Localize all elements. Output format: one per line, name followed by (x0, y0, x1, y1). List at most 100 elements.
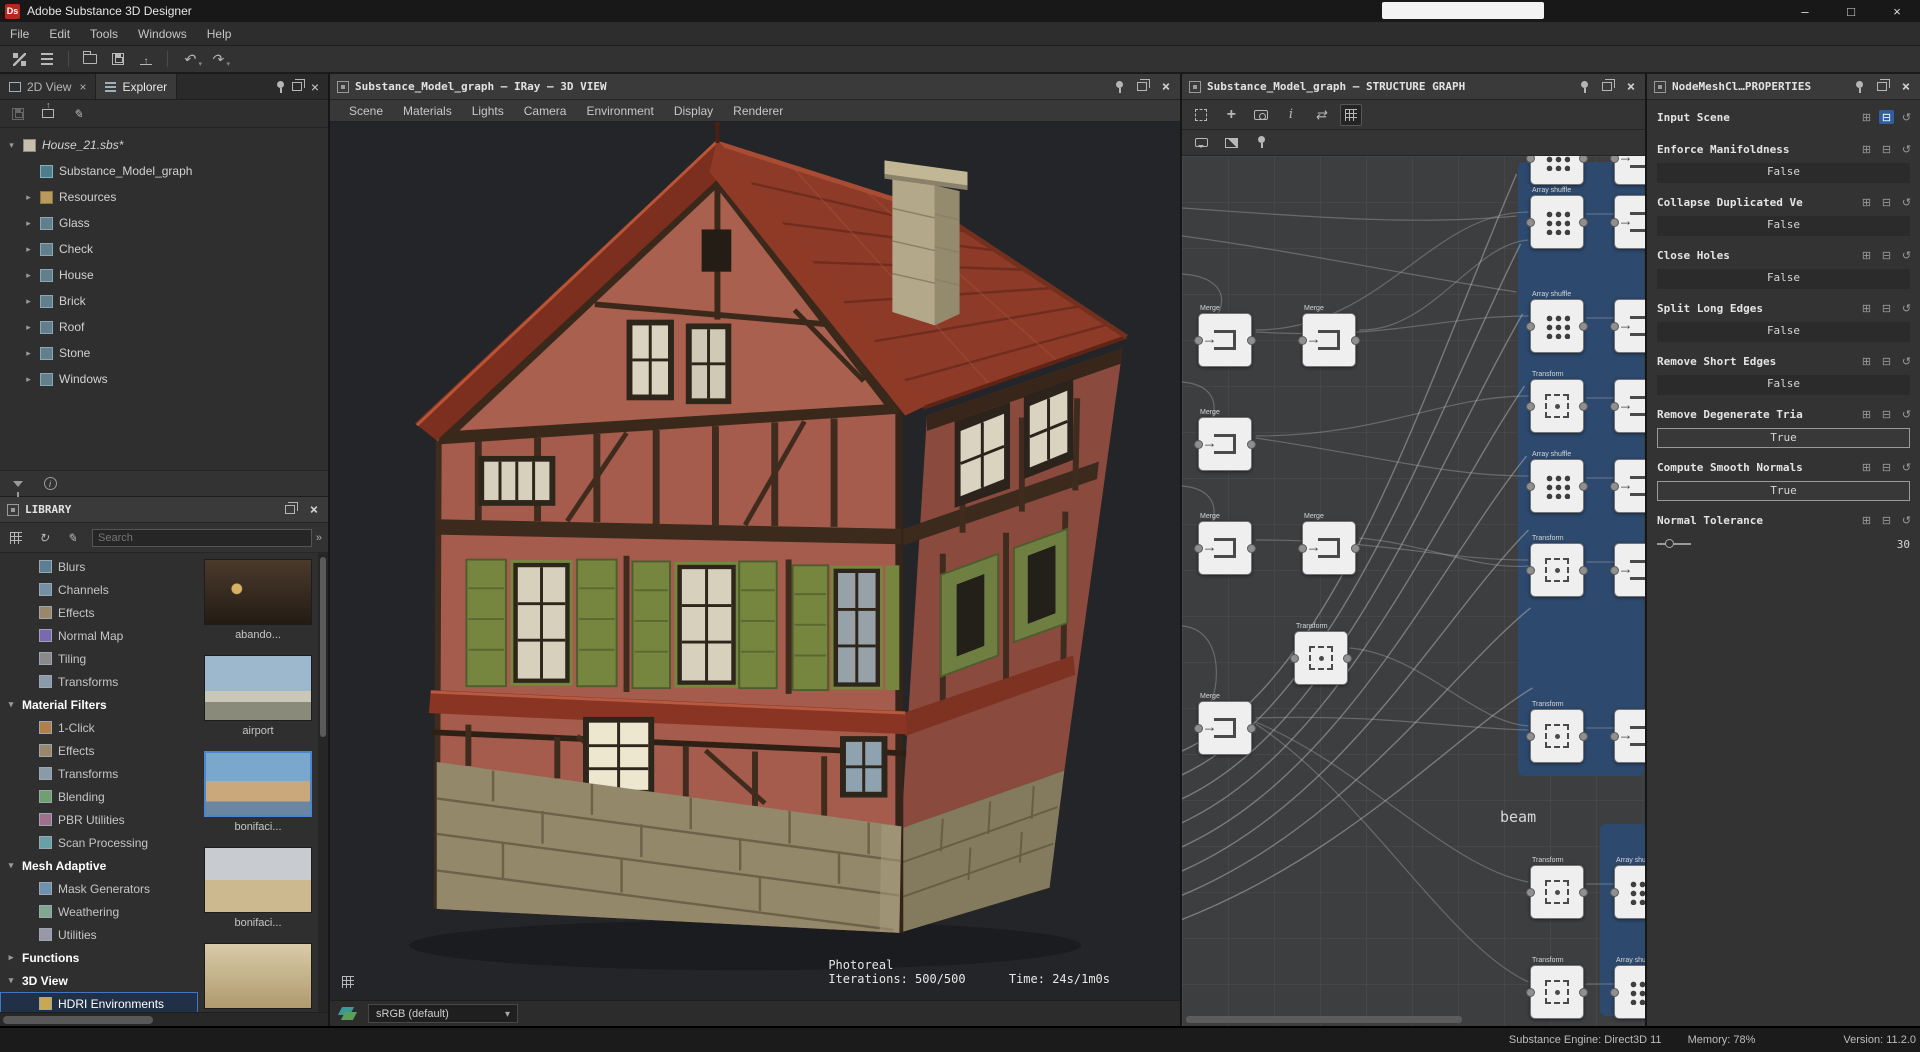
reset-icon[interactable] (1899, 248, 1914, 262)
close-panel-icon[interactable] (1624, 81, 1638, 93)
viewport-menu-item[interactable]: Environment (577, 104, 662, 118)
graph-node-body[interactable] (1614, 965, 1645, 1019)
library-item[interactable]: Transforms (0, 762, 198, 785)
float-panel-icon[interactable] (1137, 82, 1147, 91)
grid-snap-icon[interactable] (1340, 104, 1362, 126)
pin-icon[interactable] (274, 80, 286, 94)
menu-item[interactable]: Tools (80, 27, 128, 41)
function-icon[interactable] (1879, 301, 1894, 315)
graph-canvas[interactable]: Array shuffle Merge Merge Merge (1182, 156, 1645, 1026)
thumbnail-image[interactable] (204, 943, 312, 1009)
graph-node[interactable] (1614, 186, 1645, 249)
expose-parameter-icon[interactable] (1859, 195, 1874, 209)
library-item[interactable]: Channels (0, 578, 198, 601)
viewport-menu-item[interactable]: Materials (394, 104, 461, 118)
graph-node[interactable]: Transform (1530, 956, 1586, 1019)
library-item[interactable]: Blurs (0, 555, 198, 578)
graph-node[interactable]: Array shuffle (1530, 156, 1586, 185)
edit-icon[interactable] (62, 528, 82, 548)
graph-node[interactable]: Transform (1530, 370, 1586, 433)
tree-arrow-icon[interactable]: ▸ (23, 322, 34, 333)
function-icon[interactable] (1879, 110, 1894, 124)
thumbnail-item[interactable]: bonifaci... (204, 751, 312, 837)
refresh-icon[interactable] (34, 528, 54, 548)
graph-node[interactable]: Array shuffle (1614, 956, 1645, 1019)
tab-close-icon[interactable]: × (79, 80, 86, 94)
menu-item[interactable]: File (0, 27, 39, 41)
expose-parameter-icon[interactable] (1859, 460, 1874, 474)
tree-item[interactable]: ▸ Resources (0, 184, 328, 210)
tree-arrow-icon[interactable]: ▸ (23, 348, 34, 359)
graph-node[interactable]: Merge (1198, 304, 1254, 367)
tree-arrow-icon[interactable]: ▸ (23, 218, 34, 229)
link-nodes-icon[interactable] (1310, 104, 1332, 126)
library-item[interactable]: Normal Map (0, 624, 198, 647)
reset-icon[interactable] (1899, 110, 1914, 124)
graph-node[interactable]: Merge (1198, 692, 1254, 755)
menu-item[interactable]: Edit (39, 27, 80, 41)
graph-node-body[interactable] (1198, 313, 1252, 367)
info-icon[interactable] (1280, 104, 1302, 126)
library-item[interactable]: ▾ Mesh Adaptive (0, 854, 198, 877)
graph-node-body[interactable] (1614, 865, 1645, 919)
graph-node-body[interactable] (1302, 313, 1356, 367)
viewport-menu-item[interactable]: Lights (463, 104, 513, 118)
graph-node[interactable]: Merge (1198, 408, 1254, 471)
graph-node[interactable]: Array shuffle (1614, 856, 1645, 919)
info-icon[interactable] (40, 474, 60, 494)
expose-parameter-icon[interactable] (1859, 301, 1874, 315)
graph-node-body[interactable] (1530, 299, 1584, 353)
graph-node-body[interactable] (1530, 709, 1584, 763)
library-item[interactable]: Scan Processing (0, 831, 198, 854)
float-panel-icon[interactable] (1877, 82, 1887, 91)
graph-node[interactable]: Transform (1530, 856, 1586, 919)
thumbnail-image[interactable] (204, 559, 312, 625)
tree-arrow-icon[interactable]: ▸ (23, 374, 34, 385)
colorspace-select[interactable]: sRGB (default) (368, 1004, 518, 1023)
tab-explorer[interactable]: Explorer (96, 74, 177, 99)
library-item[interactable]: Tiling (0, 647, 198, 670)
close-panel-icon[interactable] (1899, 81, 1913, 93)
minimize-button[interactable]: – (1782, 0, 1828, 22)
tree-arrow-icon[interactable]: ▸ (23, 244, 34, 255)
category-icon[interactable] (6, 528, 26, 548)
graph-scrollbar[interactable] (1186, 1016, 1462, 1023)
pan-view-icon[interactable] (1220, 104, 1242, 126)
close-panel-icon[interactable] (1159, 81, 1173, 93)
expose-parameter-icon[interactable] (1859, 142, 1874, 156)
property-value-button[interactable]: False (1657, 269, 1910, 289)
slider-track[interactable] (1657, 543, 1691, 545)
tree-item[interactable]: ▸ Windows (0, 366, 328, 392)
expose-parameter-icon[interactable] (1859, 354, 1874, 368)
close-button[interactable]: × (1874, 0, 1920, 22)
tab-2d-view[interactable]: 2D View × (0, 74, 96, 99)
frame-image-icon[interactable] (1220, 132, 1242, 154)
pin-note-icon[interactable] (1250, 132, 1272, 154)
graph-node-body[interactable] (1530, 379, 1584, 433)
graph-node[interactable] (1614, 450, 1645, 513)
thumbnail-item[interactable]: abando... (204, 559, 312, 645)
comment-icon[interactable] (1190, 132, 1212, 154)
graph-node-body[interactable] (1530, 865, 1584, 919)
graph-nodes-icon[interactable] (8, 48, 30, 70)
pin-icon[interactable] (1113, 80, 1125, 94)
float-panel-icon[interactable] (1602, 82, 1612, 91)
library-item[interactable]: PBR Utilities (0, 808, 198, 831)
property-value-button[interactable]: False (1657, 375, 1910, 395)
toolbar-separator[interactable] (167, 51, 168, 67)
library-item[interactable]: Effects (0, 601, 198, 624)
property-slider[interactable]: 30 (1657, 534, 1910, 554)
function-icon[interactable] (1879, 460, 1894, 474)
graph-node-body[interactable] (1614, 379, 1645, 433)
thumbnail-item[interactable]: bonifaci... (204, 847, 312, 933)
layers-icon[interactable] (338, 1006, 358, 1022)
library-item[interactable]: Transforms (0, 670, 198, 693)
expand-search-icon[interactable]: » (316, 532, 322, 544)
edit-icon[interactable] (68, 104, 88, 124)
thumbnail-image[interactable] (204, 847, 312, 913)
graph-node-body[interactable] (1198, 521, 1252, 575)
library-arrow-icon[interactable]: ▾ (6, 699, 16, 710)
property-value-button[interactable]: False (1657, 163, 1910, 183)
expose-parameter-icon[interactable] (1859, 110, 1874, 124)
property-value-button[interactable]: False (1657, 322, 1910, 342)
